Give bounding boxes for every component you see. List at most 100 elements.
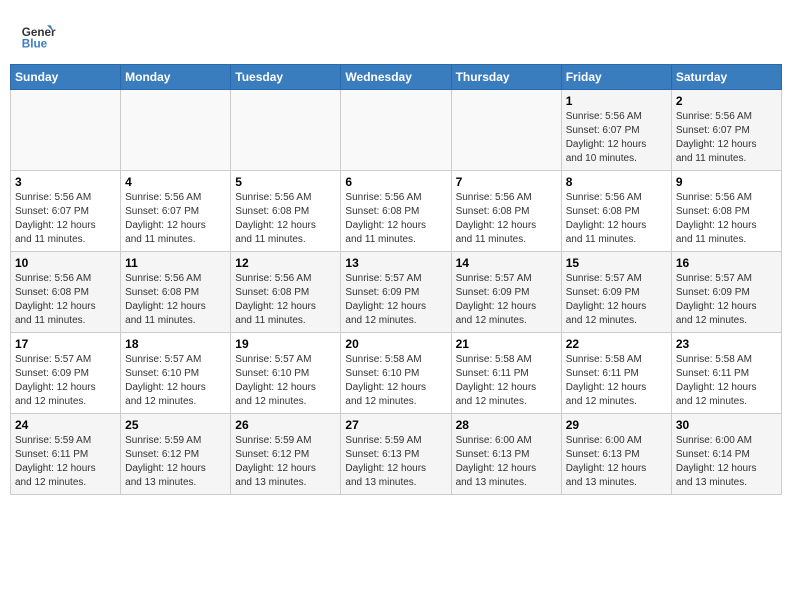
- day-info: Sunrise: 5:59 AM Sunset: 6:12 PM Dayligh…: [235, 434, 336, 490]
- day-info: Sunrise: 5:57 AM Sunset: 6:09 PM Dayligh…: [566, 272, 667, 328]
- calendar-cell: 7Sunrise: 5:56 AM Sunset: 6:08 PM Daylig…: [451, 171, 561, 252]
- day-info: Sunrise: 5:56 AM Sunset: 6:07 PM Dayligh…: [125, 191, 226, 247]
- day-info: Sunrise: 5:56 AM Sunset: 6:08 PM Dayligh…: [456, 191, 557, 247]
- day-info: Sunrise: 5:56 AM Sunset: 6:07 PM Dayligh…: [676, 110, 777, 166]
- calendar-cell: 24Sunrise: 5:59 AM Sunset: 6:11 PM Dayli…: [11, 414, 121, 495]
- day-number: 1: [566, 94, 667, 108]
- day-info: Sunrise: 5:56 AM Sunset: 6:08 PM Dayligh…: [235, 272, 336, 328]
- day-number: 19: [235, 337, 336, 351]
- calendar-cell: 23 Sunrise: 5:58 AM Sunset: 6:11 PM Dayli…: [671, 333, 781, 414]
- day-number: 17: [15, 337, 116, 351]
- day-info: Sunrise: 5:58 AM Sunset: 6:11 PM Dayligh…: [676, 353, 777, 409]
- logo: General Blue: [20, 18, 56, 54]
- day-number: 6: [345, 175, 446, 189]
- day-info: Sunrise: 5:59 AM Sunset: 6:13 PM Dayligh…: [345, 434, 446, 490]
- weekday-header-monday: Monday: [121, 65, 231, 90]
- day-info: Sunrise: 5:59 AM Sunset: 6:12 PM Dayligh…: [125, 434, 226, 490]
- day-number: 2: [676, 94, 777, 108]
- calendar-cell: 26 Sunrise: 5:59 AM Sunset: 6:12 PM Dayli…: [231, 414, 341, 495]
- weekday-header-sunday: Sunday: [11, 65, 121, 90]
- calendar-cell: [341, 90, 451, 171]
- calendar-cell: 8 Sunrise: 5:56 AM Sunset: 6:08 PM Daylig…: [561, 171, 671, 252]
- day-number: 3: [15, 175, 116, 189]
- calendar-cell: 29 Sunrise: 6:00 AM Sunset: 6:13 PM Dayli…: [561, 414, 671, 495]
- weekday-header-tuesday: Tuesday: [231, 65, 341, 90]
- day-number: 12: [235, 256, 336, 270]
- day-number: 22: [566, 337, 667, 351]
- day-number: 15: [566, 256, 667, 270]
- day-info: Sunrise: 5:56 AM Sunset: 6:08 PM Dayligh…: [566, 191, 667, 247]
- day-number: 4: [125, 175, 226, 189]
- calendar-cell: [121, 90, 231, 171]
- day-info: Sunrise: 5:57 AM Sunset: 6:09 PM Dayligh…: [15, 353, 116, 409]
- day-info: Sunrise: 5:58 AM Sunset: 6:11 PM Dayligh…: [566, 353, 667, 409]
- day-info: Sunrise: 6:00 AM Sunset: 6:14 PM Dayligh…: [676, 434, 777, 490]
- calendar-cell: 21Sunrise: 5:58 AM Sunset: 6:11 PM Dayli…: [451, 333, 561, 414]
- calendar-table: SundayMondayTuesdayWednesdayThursdayFrid…: [10, 64, 782, 495]
- day-number: 30: [676, 418, 777, 432]
- calendar-cell: 5 Sunrise: 5:56 AM Sunset: 6:08 PM Daylig…: [231, 171, 341, 252]
- calendar-cell: 1 Sunrise: 5:56 AM Sunset: 6:07 PM Daylig…: [561, 90, 671, 171]
- day-number: 10: [15, 256, 116, 270]
- day-number: 5: [235, 175, 336, 189]
- calendar-cell: 6 Sunrise: 5:56 AM Sunset: 6:08 PM Daylig…: [341, 171, 451, 252]
- calendar-cell: 10 Sunrise: 5:56 AM Sunset: 6:08 PM Dayli…: [11, 252, 121, 333]
- day-info: Sunrise: 5:56 AM Sunset: 6:08 PM Dayligh…: [345, 191, 446, 247]
- day-info: Sunrise: 5:57 AM Sunset: 6:10 PM Dayligh…: [125, 353, 226, 409]
- day-number: 9: [676, 175, 777, 189]
- calendar-cell: 13Sunrise: 5:57 AM Sunset: 6:09 PM Dayli…: [341, 252, 451, 333]
- day-number: 20: [345, 337, 446, 351]
- day-number: 23: [676, 337, 777, 351]
- day-number: 26: [235, 418, 336, 432]
- day-number: 25: [125, 418, 226, 432]
- calendar-cell: 4 Sunrise: 5:56 AM Sunset: 6:07 PM Daylig…: [121, 171, 231, 252]
- day-info: Sunrise: 5:56 AM Sunset: 6:08 PM Dayligh…: [15, 272, 116, 328]
- calendar-cell: 27Sunrise: 5:59 AM Sunset: 6:13 PM Dayli…: [341, 414, 451, 495]
- calendar-cell: 15 Sunrise: 5:57 AM Sunset: 6:09 PM Dayli…: [561, 252, 671, 333]
- day-info: Sunrise: 5:58 AM Sunset: 6:10 PM Dayligh…: [345, 353, 446, 409]
- calendar-cell: 3 Sunrise: 5:56 AM Sunset: 6:07 PM Daylig…: [11, 171, 121, 252]
- day-number: 29: [566, 418, 667, 432]
- calendar-cell: 22 Sunrise: 5:58 AM Sunset: 6:11 PM Dayli…: [561, 333, 671, 414]
- day-info: Sunrise: 5:56 AM Sunset: 6:08 PM Dayligh…: [125, 272, 226, 328]
- weekday-header-friday: Friday: [561, 65, 671, 90]
- calendar-cell: 12 Sunrise: 5:56 AM Sunset: 6:08 PM Dayli…: [231, 252, 341, 333]
- day-info: Sunrise: 6:00 AM Sunset: 6:13 PM Dayligh…: [456, 434, 557, 490]
- calendar-cell: 28 Sunrise: 6:00 AM Sunset: 6:13 PM Dayli…: [451, 414, 561, 495]
- day-number: 28: [456, 418, 557, 432]
- calendar-cell: 19 Sunrise: 5:57 AM Sunset: 6:10 PM Dayli…: [231, 333, 341, 414]
- calendar-cell: 17 Sunrise: 5:57 AM Sunset: 6:09 PM Dayli…: [11, 333, 121, 414]
- calendar-week-4: 17 Sunrise: 5:57 AM Sunset: 6:09 PM Dayli…: [11, 333, 782, 414]
- weekday-header-wednesday: Wednesday: [341, 65, 451, 90]
- calendar-cell: 9 Sunrise: 5:56 AM Sunset: 6:08 PM Daylig…: [671, 171, 781, 252]
- day-number: 8: [566, 175, 667, 189]
- calendar-cell: 25 Sunrise: 5:59 AM Sunset: 6:12 PM Dayli…: [121, 414, 231, 495]
- calendar-week-5: 24Sunrise: 5:59 AM Sunset: 6:11 PM Dayli…: [11, 414, 782, 495]
- day-number: 11: [125, 256, 226, 270]
- day-info: Sunrise: 5:56 AM Sunset: 6:08 PM Dayligh…: [235, 191, 336, 247]
- day-number: 24: [15, 418, 116, 432]
- calendar-cell: 30 Sunrise: 6:00 AM Sunset: 6:14 PM Dayli…: [671, 414, 781, 495]
- day-info: Sunrise: 5:56 AM Sunset: 6:07 PM Dayligh…: [566, 110, 667, 166]
- day-info: Sunrise: 5:57 AM Sunset: 6:10 PM Dayligh…: [235, 353, 336, 409]
- day-number: 18: [125, 337, 226, 351]
- weekday-header-saturday: Saturday: [671, 65, 781, 90]
- calendar-week-3: 10 Sunrise: 5:56 AM Sunset: 6:08 PM Dayli…: [11, 252, 782, 333]
- calendar-cell: 16 Sunrise: 5:57 AM Sunset: 6:09 PM Dayli…: [671, 252, 781, 333]
- calendar-header-row: SundayMondayTuesdayWednesdayThursdayFrid…: [11, 65, 782, 90]
- calendar-cell: 11 Sunrise: 5:56 AM Sunset: 6:08 PM Dayli…: [121, 252, 231, 333]
- page-header: General Blue: [10, 10, 782, 58]
- day-number: 13: [345, 256, 446, 270]
- day-info: Sunrise: 5:56 AM Sunset: 6:08 PM Dayligh…: [676, 191, 777, 247]
- calendar-cell: [231, 90, 341, 171]
- day-info: Sunrise: 6:00 AM Sunset: 6:13 PM Dayligh…: [566, 434, 667, 490]
- day-number: 14: [456, 256, 557, 270]
- calendar-cell: 18 Sunrise: 5:57 AM Sunset: 6:10 PM Dayli…: [121, 333, 231, 414]
- day-number: 16: [676, 256, 777, 270]
- calendar-cell: 14Sunrise: 5:57 AM Sunset: 6:09 PM Dayli…: [451, 252, 561, 333]
- day-info: Sunrise: 5:56 AM Sunset: 6:07 PM Dayligh…: [15, 191, 116, 247]
- calendar-week-1: 1 Sunrise: 5:56 AM Sunset: 6:07 PM Daylig…: [11, 90, 782, 171]
- day-info: Sunrise: 5:57 AM Sunset: 6:09 PM Dayligh…: [676, 272, 777, 328]
- calendar-week-2: 3 Sunrise: 5:56 AM Sunset: 6:07 PM Daylig…: [11, 171, 782, 252]
- day-info: Sunrise: 5:58 AM Sunset: 6:11 PM Dayligh…: [456, 353, 557, 409]
